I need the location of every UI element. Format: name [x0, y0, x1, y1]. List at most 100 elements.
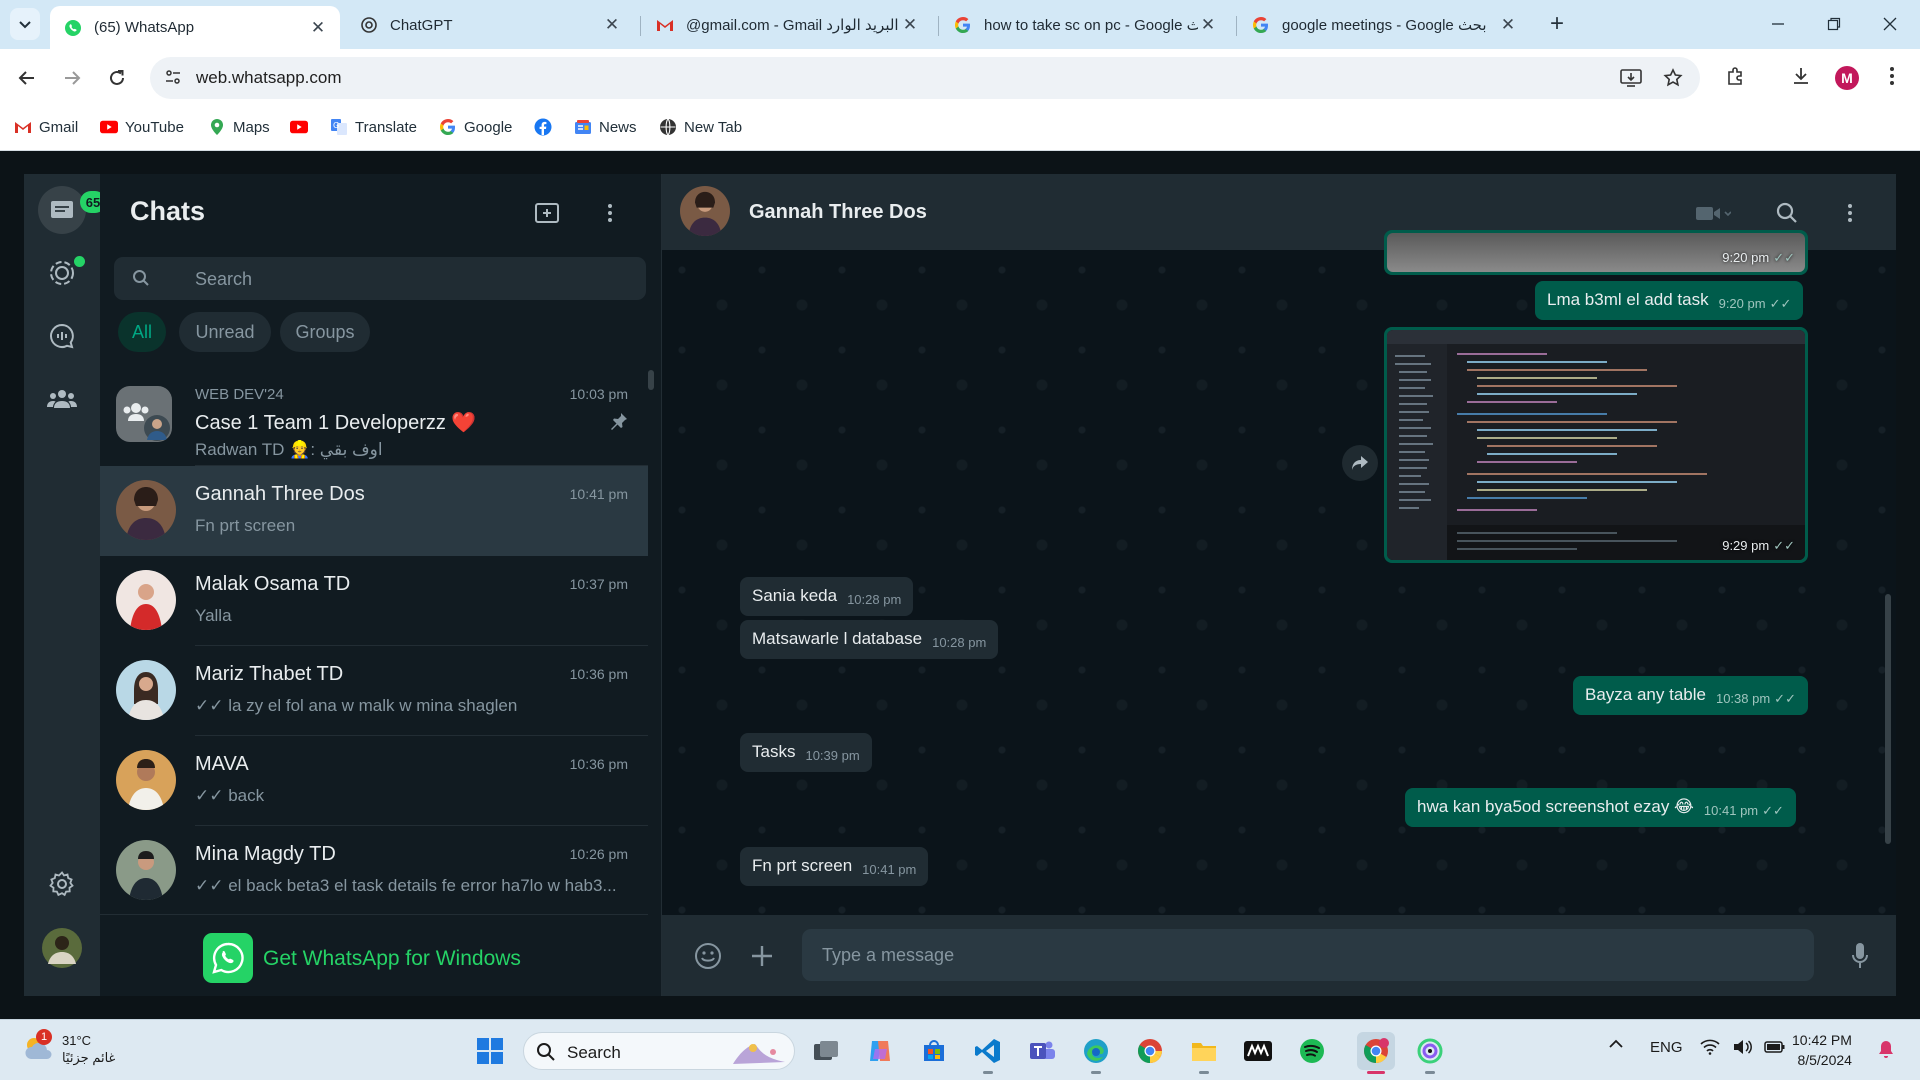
incoming-message[interactable]: Tasks 10:39 pm: [740, 733, 872, 772]
edge-button[interactable]: [1077, 1032, 1115, 1074]
downloads-icon[interactable]: [1787, 62, 1815, 90]
incoming-message[interactable]: Matsawarle l database 10:28 pm: [740, 620, 999, 659]
close-window-button[interactable]: [1862, 0, 1918, 48]
message-input[interactable]: Type a message: [802, 929, 1814, 981]
microsoft-store-button[interactable]: [915, 1032, 953, 1070]
close-tab-icon[interactable]: ✕: [1498, 15, 1518, 35]
chat-row-malak[interactable]: Malak Osama TD 10:37 pm Yalla: [100, 556, 648, 646]
settings-nav-button[interactable]: [38, 860, 86, 908]
forward-button[interactable]: [55, 61, 89, 95]
outgoing-message[interactable]: Bayza any table 10:38 pm ✓✓: [1573, 676, 1808, 715]
chat-row-gannah[interactable]: Gannah Three Dos 10:41 pm Fn prt screen: [100, 466, 648, 556]
chrome-profile-button[interactable]: [1357, 1032, 1395, 1074]
forward-button[interactable]: [1342, 445, 1378, 481]
system-tray-icons[interactable]: [1700, 1039, 1786, 1055]
chats-nav-button[interactable]: 65: [38, 186, 106, 234]
tab-search-button[interactable]: [10, 8, 40, 40]
conversation-menu-button[interactable]: [1835, 198, 1865, 228]
reload-button[interactable]: [100, 61, 134, 95]
bookmark-maps[interactable]: Maps: [208, 118, 270, 136]
communities-nav-button[interactable]: [38, 375, 86, 423]
profile-nav-button[interactable]: [38, 924, 86, 972]
chat-row-mina[interactable]: Mina Magdy TD 10:26 pm ✓✓ el back beta3 …: [100, 826, 648, 916]
bookmark-new-tab[interactable]: New Tab: [659, 118, 742, 136]
copilot-button[interactable]: [861, 1032, 899, 1070]
edge-icon: [1084, 1039, 1108, 1063]
file-explorer-button[interactable]: [1185, 1032, 1223, 1074]
get-whatsapp-windows-banner[interactable]: Get WhatsApp for Windows: [100, 914, 648, 996]
image-message[interactable]: 9:20 pm ✓✓: [1384, 230, 1808, 275]
chrome-button[interactable]: [1131, 1032, 1169, 1070]
contact-avatar[interactable]: [680, 186, 730, 236]
show-hidden-icons-button[interactable]: [1604, 1039, 1628, 1049]
start-button[interactable]: [471, 1032, 509, 1070]
image-message[interactable]: 9:29 pm ✓✓: [1384, 327, 1808, 563]
bookmark-translate[interactable]: G Translate: [330, 118, 417, 136]
tab-gmail[interactable]: @gmail.com - Gmail البريد الوارد ✕: [642, 6, 932, 44]
system-clock[interactable]: 10:42 PM 8/5/2024: [1792, 1030, 1852, 1070]
bookmark-label: News: [599, 118, 637, 136]
emoji-button[interactable]: [691, 939, 725, 973]
incoming-message[interactable]: Sania keda 10:28 pm: [740, 577, 914, 616]
back-button[interactable]: [10, 61, 44, 95]
tab-google-meetings[interactable]: google meetings - Google بحث ✕: [1238, 6, 1530, 44]
profile-avatar[interactable]: M: [1835, 66, 1859, 90]
outgoing-message[interactable]: hwa kan bya5od screenshot ezay 😂 10:41 pm…: [1405, 788, 1796, 827]
chat-search-input[interactable]: Search: [114, 257, 646, 300]
new-tab-button[interactable]: +: [1543, 10, 1571, 38]
tab-chatgpt[interactable]: ChatGPT ✕: [346, 6, 634, 44]
tab-google-search-sc[interactable]: how to take sc on pc - Google بحث ✕: [940, 6, 1230, 44]
search-in-chat-button[interactable]: [1772, 198, 1802, 228]
extensions-icon[interactable]: [1722, 62, 1750, 90]
close-tab-icon[interactable]: ✕: [1198, 15, 1218, 35]
weather-widget[interactable]: 1 31°C غائم جزئيًا: [22, 1029, 115, 1066]
teams-button[interactable]: [1023, 1032, 1061, 1070]
site-info-icon[interactable]: [164, 68, 182, 86]
bookmark-gmail[interactable]: Gmail: [14, 118, 78, 136]
voice-message-button[interactable]: [1843, 939, 1877, 973]
status-nav-button[interactable]: [38, 249, 86, 297]
chat-list-scrollbar[interactable]: [648, 370, 654, 390]
spotify-button[interactable]: [1293, 1032, 1331, 1070]
video-call-button[interactable]: [1690, 198, 1736, 228]
attach-button[interactable]: [745, 939, 779, 973]
channels-nav-button[interactable]: [38, 312, 86, 360]
address-bar[interactable]: web.whatsapp.com: [150, 57, 1700, 99]
contact-avatar: [116, 660, 176, 720]
chat-row-case1-team[interactable]: WEB DEV'24 Case 1 Team 1 Developerzz ❤️ …: [100, 368, 648, 466]
star-bookmark-icon[interactable]: [1661, 66, 1685, 90]
vscode-button[interactable]: [969, 1032, 1007, 1074]
contact-avatar: [116, 570, 176, 630]
filter-groups[interactable]: Groups: [280, 312, 370, 352]
message-scrollbar[interactable]: [1885, 594, 1891, 844]
other-app-button[interactable]: [1411, 1032, 1449, 1074]
incoming-message[interactable]: Fn prt screen 10:41 pm: [740, 847, 929, 886]
task-view-button[interactable]: [807, 1032, 845, 1070]
chat-row-mariz[interactable]: Mariz Thabet TD 10:36 pm ✓✓ la zy el fol…: [100, 646, 648, 736]
taskbar-search[interactable]: Search: [523, 1032, 795, 1070]
bookmark-news[interactable]: News: [574, 118, 637, 136]
close-tab-icon[interactable]: ✕: [308, 18, 328, 38]
language-indicator[interactable]: ENG: [1650, 1039, 1683, 1056]
minimize-button[interactable]: [1750, 0, 1806, 48]
tab-whatsapp[interactable]: (65) WhatsApp ✕: [50, 6, 340, 49]
bookmark-facebook[interactable]: [534, 118, 559, 136]
bookmark-google[interactable]: Google: [439, 118, 512, 136]
new-chat-button[interactable]: [530, 196, 564, 230]
bookmark-youtube-2[interactable]: [290, 118, 315, 136]
filter-unread[interactable]: Unread: [179, 312, 271, 352]
outgoing-message[interactable]: Lma b3ml el add task 9:20 pm ✓✓: [1535, 281, 1804, 320]
close-tab-icon[interactable]: ✕: [900, 15, 920, 35]
bookmark-youtube[interactable]: YouTube: [100, 118, 184, 136]
close-tab-icon[interactable]: ✕: [602, 15, 622, 35]
notifications-button[interactable]: [1875, 1039, 1897, 1059]
capcut-button[interactable]: [1239, 1032, 1277, 1070]
kebab-menu-icon[interactable]: [1878, 62, 1906, 90]
filter-all[interactable]: All: [118, 312, 166, 352]
windows-taskbar: 1 31°C غائم جزئيًا Search ENG 10:42 PM 8…: [0, 1019, 1920, 1080]
svg-text:G: G: [333, 121, 339, 130]
chat-row-mava[interactable]: MAVA 10:36 pm ✓✓ back: [100, 736, 648, 826]
chat-list-menu-button[interactable]: [593, 196, 627, 230]
install-app-icon[interactable]: [1619, 66, 1643, 90]
restore-button[interactable]: [1806, 0, 1862, 48]
